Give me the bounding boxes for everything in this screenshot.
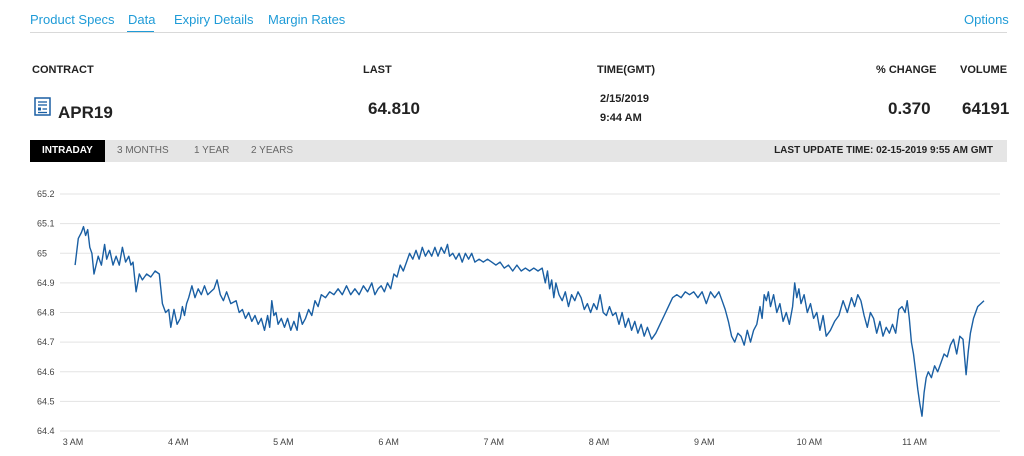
contract-value[interactable]: APR19: [58, 103, 113, 123]
range-2-years[interactable]: 2 YEARS: [251, 140, 293, 162]
y-tick-label: 64.7: [37, 337, 55, 347]
y-tick-label: 64.9: [37, 278, 55, 288]
tab-expiry-details[interactable]: Expiry Details: [174, 12, 253, 27]
y-tick-label: 65: [37, 248, 47, 258]
y-tick-label: 64.5: [37, 396, 55, 406]
tab-data[interactable]: Data: [128, 12, 155, 27]
header-time: TIME(GMT): [597, 64, 656, 76]
last-update-time: LAST UPDATE TIME: 02-15-2019 9:55 AM GMT: [774, 145, 993, 156]
x-tick-label: 10 AM: [797, 437, 823, 447]
percent-change-value: 0.370: [888, 99, 931, 118]
x-tick-label: 8 AM: [589, 437, 610, 447]
price-series-line: [74, 225, 862, 346]
y-tick-label: 64.4: [37, 426, 55, 436]
header-last: LAST: [363, 64, 392, 76]
x-tick-label: 11 AM: [902, 437, 927, 447]
header-volume: VOLUME: [960, 64, 1008, 76]
x-tick-label: 9 AM: [694, 437, 715, 447]
x-tick-label: 6 AM: [378, 437, 399, 447]
document-list-icon[interactable]: [34, 97, 51, 116]
range-intraday[interactable]: INTRADAY: [30, 140, 105, 162]
range-1-year[interactable]: 1 YEAR: [194, 140, 229, 162]
quote-time: 9:44 AM: [600, 112, 642, 124]
options-link[interactable]: Options: [964, 12, 1009, 27]
price-series-line: [860, 300, 985, 417]
volume-value: 64191: [962, 99, 1010, 118]
header-contract: CONTRACT: [32, 64, 94, 76]
top-tab-bar: Product Specs Data Expiry Details Margin…: [0, 0, 1024, 33]
x-tick-label: 5 AM: [273, 437, 294, 447]
last-price: 64.810: [368, 99, 420, 118]
intraday-price-chart: 65.2 65.1 65 64.9 64.8 64.7 64.6 64.5 64.4 3 AM 4…: [37, 189, 1000, 447]
tab-margin-rates[interactable]: Margin Rates: [268, 12, 345, 27]
range-3-months[interactable]: 3 MONTHS: [117, 140, 169, 162]
y-tick-label: 65.1: [37, 219, 55, 229]
x-tick-label: 3 AM: [63, 437, 84, 447]
y-tick-label: 64.8: [37, 308, 55, 318]
range-selector-bar: INTRADAY 3 MONTHS 1 YEAR 2 YEARS LAST UP…: [30, 140, 1007, 162]
x-tick-label: 4 AM: [168, 437, 189, 447]
tab-product-specs[interactable]: Product Specs: [30, 12, 115, 27]
quote-date: 2/15/2019: [600, 93, 649, 105]
y-tick-label: 65.2: [37, 189, 55, 199]
tab-divider: [30, 32, 1007, 33]
y-tick-label: 64.6: [37, 367, 55, 377]
x-tick-label: 7 AM: [484, 437, 505, 447]
header-percent-change: % CHANGE: [876, 64, 937, 76]
